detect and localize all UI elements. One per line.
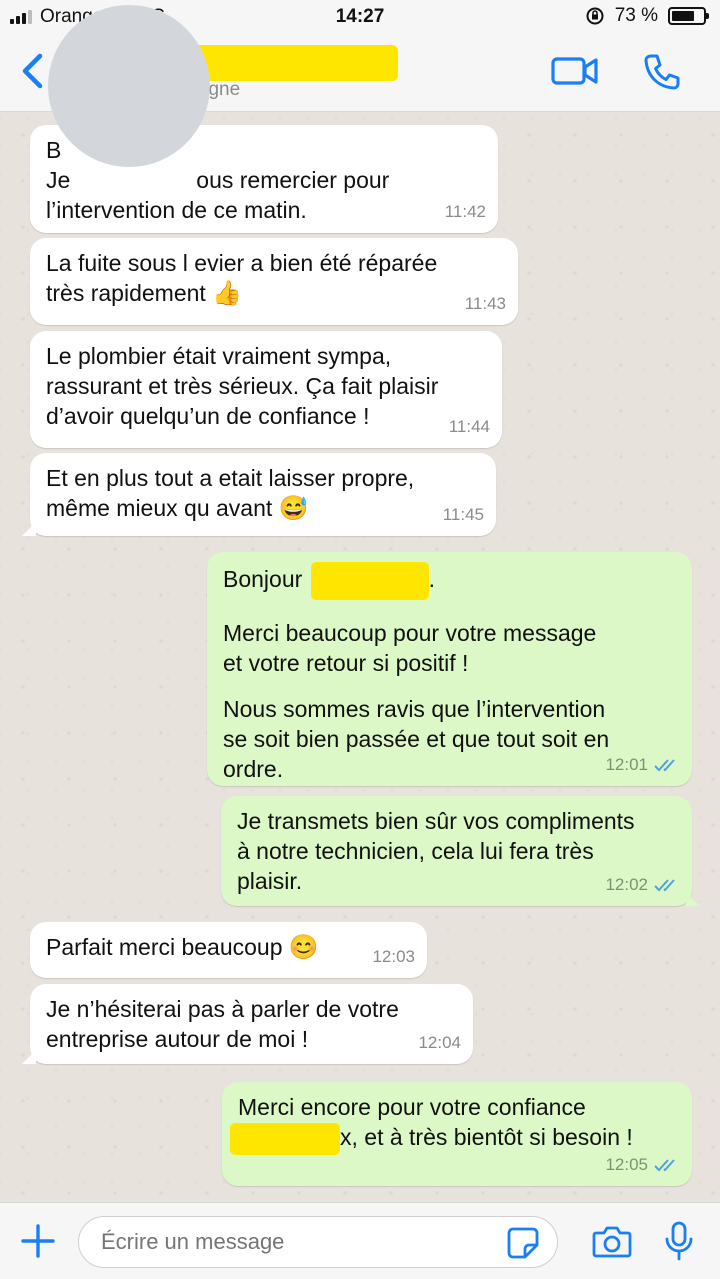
plus-icon xyxy=(21,1224,55,1258)
message-text: La fuite sous l evier a bien été réparée xyxy=(46,250,438,276)
battery-icon xyxy=(668,7,709,25)
message-text: Je ous remercier pour xyxy=(46,167,390,193)
message-input[interactable] xyxy=(78,1216,558,1268)
attach-button[interactable] xyxy=(20,1223,56,1264)
message-incoming[interactable]: Et en plus tout a etait laisser propre, … xyxy=(22,453,496,536)
microphone-icon xyxy=(665,1221,693,1261)
message-time: 11:42 xyxy=(444,202,486,221)
message-outgoing[interactable]: Je transmets bien sûr vos compliments à … xyxy=(221,796,700,906)
message-text: Et en plus tout a etait laisser propre, xyxy=(46,465,415,491)
message-outgoing[interactable]: Merci encore pour votre confiance x, et … xyxy=(222,1082,692,1186)
bubble-tail xyxy=(686,892,700,906)
sticker-icon xyxy=(507,1227,539,1259)
redacted-name xyxy=(310,562,429,600)
message-incoming[interactable]: Je n’hésiterai pas à parler de votre ent… xyxy=(22,984,473,1064)
smiling-emoji: 😊 xyxy=(288,934,319,961)
video-call-button[interactable] xyxy=(550,50,600,95)
message-text: très rapidement 👍 xyxy=(46,280,243,307)
camera-icon xyxy=(592,1226,632,1258)
message-text: Merci encore pour votre confiance xyxy=(238,1094,586,1120)
voice-message-button[interactable] xyxy=(664,1221,694,1268)
message-time: 12:02 xyxy=(605,870,680,900)
message-outgoing[interactable]: Bonjour . Merci beaucoup pour votre mess… xyxy=(207,552,692,786)
bubble-tail xyxy=(22,1050,36,1064)
message-text: Je n’hésiterai pas à parler de votre xyxy=(46,996,399,1022)
orientation-lock-icon xyxy=(586,7,604,25)
message-text: Bonjour . xyxy=(223,562,676,600)
bubble-tail xyxy=(22,522,36,536)
message-time: 12:03 xyxy=(372,947,415,966)
sweat-smile-emoji: 😅 xyxy=(278,495,309,522)
sticker-button[interactable] xyxy=(507,1227,539,1264)
message-time: 12:01 xyxy=(605,750,680,780)
message-text: Parfait merci beaucoup 😊 xyxy=(46,934,319,961)
message-text: Je transmets bien sûr vos compliments xyxy=(237,808,635,834)
message-incoming[interactable]: Le plombier était vraiment sympa, rassur… xyxy=(30,331,502,448)
message-text: même mieux qu avant 😅 xyxy=(46,495,309,522)
chat-area[interactable]: B Je ous remercier pour l’intervention de… xyxy=(0,112,720,1202)
message-text: et votre retour si positif ! xyxy=(223,650,469,676)
read-receipt-icon xyxy=(654,759,675,772)
camera-button[interactable] xyxy=(592,1223,632,1264)
read-receipt-icon xyxy=(654,879,675,892)
battery-percentage: 73 % xyxy=(614,5,658,26)
message-text: entreprise autour de moi ! xyxy=(46,1026,309,1052)
message-text: Le plombier était vraiment sympa, xyxy=(46,343,392,369)
voice-call-button[interactable] xyxy=(640,50,684,99)
contact-avatar-redacted[interactable] xyxy=(48,5,210,167)
video-camera-icon xyxy=(551,57,598,85)
read-receipt-icon xyxy=(654,1159,675,1172)
message-text: rassurant et très sérieux. Ça fait plais… xyxy=(46,373,439,399)
message-text: Merci beaucoup pour votre message xyxy=(223,620,597,646)
message-input-bar xyxy=(0,1202,720,1279)
message-text: l’intervention de ce matin. xyxy=(46,197,307,223)
thumbs-up-emoji: 👍 xyxy=(212,280,243,307)
message-incoming[interactable]: La fuite sous l evier a bien été réparée… xyxy=(30,238,518,325)
message-time: 11:45 xyxy=(442,505,484,524)
message-time: 12:05 xyxy=(605,1150,680,1180)
message-text: d’avoir quelqu’un de confiance ! xyxy=(46,403,370,429)
phone-icon xyxy=(644,54,680,90)
message-time: 12:04 xyxy=(418,1033,461,1052)
message-time: 11:43 xyxy=(464,294,506,313)
message-text: Nous sommes ravis que l’intervention xyxy=(223,696,606,722)
redacted-name xyxy=(230,1122,340,1155)
message-text: à notre technicien, cela lui fera très xyxy=(237,838,594,864)
message-time: 11:44 xyxy=(448,417,490,436)
message-incoming[interactable]: Parfait merci beaucoup 😊 12:03 xyxy=(30,922,427,978)
